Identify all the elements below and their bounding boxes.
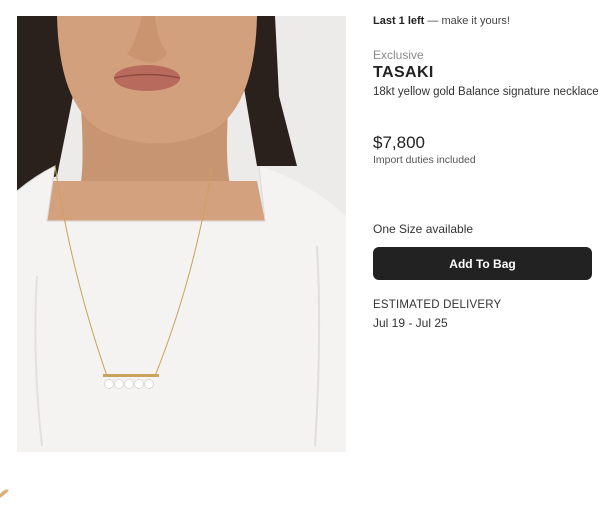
next-thumbnail-peek[interactable]	[0, 482, 10, 502]
stock-message: — make it yours!	[427, 15, 510, 27]
product-image[interactable]	[17, 16, 346, 452]
product-info-panel: Last 1 left — make it yours! Exclusive T…	[373, 0, 600, 513]
duties-note: Import duties included	[373, 154, 476, 166]
product-price: $7,800	[373, 133, 425, 152]
estimated-delivery-label: ESTIMATED DELIVERY	[373, 299, 502, 311]
brand-name[interactable]: TASAKI	[373, 64, 434, 82]
add-to-bag-button[interactable]: Add To Bag	[373, 247, 592, 280]
stock-count: Last 1 left	[373, 15, 425, 27]
size-availability: One Size available	[373, 222, 474, 236]
exclusive-tag: Exclusive	[373, 48, 424, 62]
estimated-delivery-dates: Jul 19 - Jul 25	[373, 316, 448, 330]
stock-notice: Last 1 left — make it yours!	[373, 15, 510, 27]
product-description: 18kt yellow gold Balance signature neckl…	[373, 86, 599, 98]
